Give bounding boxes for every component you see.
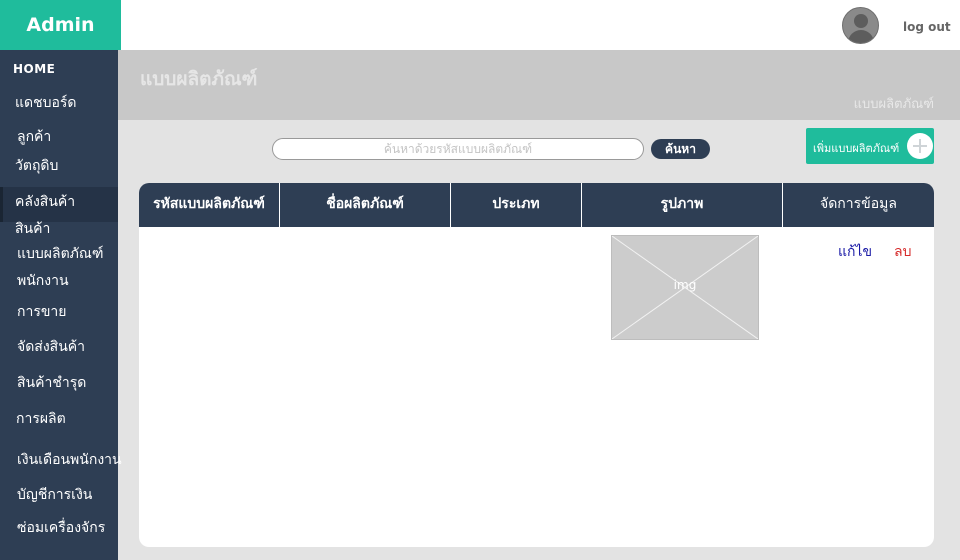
add-product-design-button[interactable]: เพิ่มแบบผลิตภัณฑ์	[806, 128, 934, 164]
search-button[interactable]: ค้นหา	[651, 139, 710, 159]
sidebar-item-accounting[interactable]: บัญชีการเงิน	[17, 486, 135, 504]
column-header-name[interactable]: ชื่อผลิตภัณฑ์	[280, 183, 450, 227]
edit-link[interactable]: แก้ไข	[838, 241, 872, 263]
sidebar-item-home[interactable]: HOME	[13, 60, 131, 78]
logout-link[interactable]: log out	[903, 20, 951, 34]
sidebar-item-warehouse[interactable]: คลังสินค้า	[15, 193, 133, 211]
sidebar-item-products[interactable]: สินค้า	[15, 220, 133, 238]
breadcrumb[interactable]: แบบผลิตภัณฑ์	[854, 93, 934, 114]
sidebar-item-payroll[interactable]: เงินเดือนพนักงาน	[17, 451, 135, 469]
sidebar-item-production[interactable]: การผลิต	[16, 410, 134, 428]
top-bar	[121, 0, 960, 50]
image-placeholder-label: img	[673, 278, 697, 292]
avatar-head	[854, 14, 868, 28]
sidebar-item-product-designs[interactable]: แบบผลิตภัณฑ์	[17, 245, 135, 263]
search-input[interactable]	[272, 138, 644, 160]
product-design-table: รหัสแบบผลิตภัณฑ์ ชื่อผลิตภัณฑ์ ประเภท รู…	[139, 183, 934, 547]
column-header-manage[interactable]: จัดการข้อมูล	[783, 183, 934, 227]
sidebar-item-shipping[interactable]: จัดส่งสินค้า	[17, 338, 135, 356]
sidebar-item-dashboard[interactable]: แดชบอร์ด	[15, 94, 133, 112]
sidebar-item-sales[interactable]: การขาย	[17, 303, 135, 321]
sidebar-item-machine-repair[interactable]: ซ่อมเครื่องจักร	[17, 519, 135, 537]
user-avatar-icon[interactable]	[842, 7, 879, 44]
sidebar-item-employees[interactable]: พนักงาน	[17, 272, 135, 290]
brand-logo[interactable]: Admin	[0, 0, 121, 50]
table-header: รหัสแบบผลิตภัณฑ์ ชื่อผลิตภัณฑ์ ประเภท รู…	[139, 183, 934, 227]
column-header-type[interactable]: ประเภท	[451, 183, 581, 227]
avatar-body	[848, 30, 874, 43]
column-header-image[interactable]: รูปภาพ	[582, 183, 782, 227]
page-title: แบบผลิตภัณฑ์	[140, 68, 258, 90]
delete-link[interactable]: ลบ	[894, 241, 911, 263]
add-button-label: เพิ่มแบบผลิตภัณฑ์	[813, 142, 900, 155]
image-placeholder-icon[interactable]: img	[611, 235, 759, 340]
plus-circle-icon	[907, 133, 933, 159]
sidebar-item-defective-products[interactable]: สินค้าชำรุด	[17, 374, 135, 392]
sidebar-item-raw-materials[interactable]: วัตถุดิบ	[15, 157, 133, 175]
sidebar-item-customers[interactable]: ลูกค้า	[17, 128, 135, 146]
column-header-code[interactable]: รหัสแบบผลิตภัณฑ์	[139, 183, 279, 227]
